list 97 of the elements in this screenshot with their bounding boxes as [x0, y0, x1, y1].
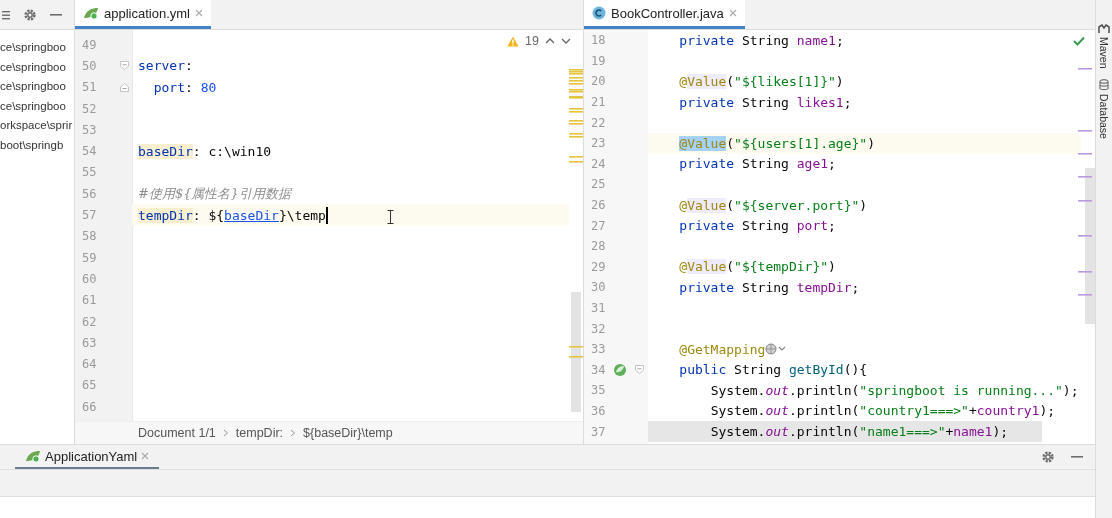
- line-number: 26: [591, 198, 607, 213]
- fold-icon[interactable]: [120, 61, 129, 71]
- project-tree-item[interactable]: ce\springboo: [0, 57, 66, 77]
- line-number: 49: [82, 37, 98, 52]
- project-tree-item[interactable]: boot\springb: [0, 135, 64, 155]
- chevron-icon: [290, 429, 297, 437]
- editor-tab[interactable]: BookController.java: [584, 0, 745, 29]
- code-line: private String port;: [678, 217, 836, 235]
- line-number: 27: [591, 218, 607, 233]
- close-icon[interactable]: [728, 9, 737, 17]
- line-number: 59: [82, 250, 98, 265]
- text-cursor-icon: [387, 210, 394, 224]
- line-number: 35: [591, 383, 607, 398]
- line-number: 30: [591, 280, 607, 295]
- line-number: 18: [591, 33, 607, 48]
- line-number: 31: [591, 301, 607, 315]
- warning-count[interactable]: 19: [525, 34, 539, 48]
- code-line: port: 80: [152, 78, 217, 96]
- code-line: @GetMapping: [678, 340, 766, 358]
- code-line: public String getById(){: [678, 361, 868, 379]
- line-number: 54: [82, 144, 98, 159]
- line-number: 53: [82, 122, 98, 137]
- close-icon[interactable]: [195, 9, 203, 17]
- minimize-icon[interactable]: [1071, 455, 1083, 459]
- line-number: 66: [82, 399, 98, 414]
- bean-icon[interactable]: [613, 362, 627, 377]
- line-number: 19: [591, 53, 607, 68]
- line-number: 50: [82, 58, 98, 73]
- project-tree-item[interactable]: ce\springboo: [0, 96, 66, 116]
- code-line: @Value("${likes[1]}"): [678, 73, 844, 90]
- tool-window-button[interactable]: Maven: [1098, 37, 1110, 69]
- leaf-icon: [83, 6, 99, 20]
- code-line: private String likes1;: [678, 93, 852, 111]
- chevron-icon: [222, 429, 229, 437]
- breadcrumb[interactable]: Document 1/1: [138, 426, 216, 440]
- code-line: System.out.println("springboot is running...");: [709, 381, 1079, 399]
- tool-window-button[interactable]: Database: [1098, 93, 1110, 139]
- code-line: @Value("${server.port}"): [678, 196, 868, 214]
- line-number: 32: [591, 321, 607, 336]
- project-tree-item[interactable]: orkspace\sprir: [0, 116, 73, 136]
- leaf-icon: [25, 449, 41, 463]
- line-number: 56: [82, 186, 98, 201]
- line-number: 20: [591, 74, 607, 89]
- breadcrumb[interactable]: ${baseDir}\temp: [303, 426, 393, 440]
- code-line: baseDir: c:\win10: [138, 142, 272, 160]
- fold-icon[interactable]: [635, 365, 644, 375]
- project-tree-item[interactable]: ce\springboo: [0, 77, 66, 97]
- code-line: System.out.println("name1===>"+name1);: [709, 423, 1009, 441]
- line-number: 65: [82, 378, 98, 393]
- collapse-icon[interactable]: [2, 8, 10, 21]
- breadcrumb[interactable]: tempDir:: [235, 426, 284, 440]
- code-line: #使用${属性名}引用数据: [138, 185, 291, 203]
- scrollbar-thumb[interactable]: [1085, 168, 1095, 324]
- line-number: 24: [591, 156, 607, 171]
- line-number: 51: [82, 80, 98, 95]
- error-stripe-drawing: [569, 346, 583, 358]
- code-line: server:: [138, 57, 193, 75]
- editor-tab[interactable]: application.yml: [75, 0, 211, 29]
- fold-icon[interactable]: [120, 82, 129, 92]
- line-number: 62: [82, 314, 98, 329]
- line-number: 34: [591, 362, 607, 377]
- code-line: @Value("${users[1].age}"): [678, 134, 875, 152]
- project-tree-item[interactable]: ce\springboo: [0, 38, 66, 58]
- line-number: 61: [82, 293, 98, 308]
- settings-icon[interactable]: [1041, 450, 1055, 464]
- line-number: 33: [591, 342, 607, 357]
- code-line: @Value("${tempDir}"): [678, 258, 836, 276]
- database-icon[interactable]: [1099, 78, 1109, 91]
- line-number: 63: [82, 335, 98, 350]
- line-number: 22: [591, 115, 607, 130]
- class-icon: [592, 6, 606, 20]
- globe-icon[interactable]: [765, 343, 788, 356]
- scrollbar-thumb[interactable]: [571, 292, 581, 412]
- line-number: 37: [591, 424, 607, 439]
- line-number: 25: [591, 177, 607, 192]
- maven-icon[interactable]: [1098, 24, 1110, 34]
- line-number: 21: [591, 95, 607, 110]
- code-line: private String name1;: [678, 31, 844, 49]
- line-number: 28: [591, 239, 607, 254]
- line-number: 23: [591, 136, 607, 151]
- line-number: 29: [591, 259, 607, 274]
- code-line: private String age1;: [678, 155, 836, 173]
- line-number: 36: [591, 404, 607, 418]
- code-line: private String tempDir;: [678, 278, 860, 296]
- chevron-down-icon[interactable]: [561, 38, 571, 44]
- settings-icon[interactable]: [23, 7, 37, 22]
- line-number: 52: [82, 101, 98, 116]
- line-number: 60: [82, 271, 98, 286]
- line-number: 57: [82, 208, 98, 222]
- close-icon[interactable]: [141, 452, 150, 460]
- line-number: 64: [82, 357, 98, 372]
- chevron-up-icon[interactable]: [545, 38, 555, 44]
- code-line: tempDir: ${baseDir}\temp: [138, 206, 326, 224]
- code-line: System.out.println("country1===>"+country1);: [709, 402, 1056, 420]
- line-number: 58: [82, 229, 98, 244]
- check-icon: [1073, 36, 1085, 46]
- line-number: 55: [82, 165, 98, 180]
